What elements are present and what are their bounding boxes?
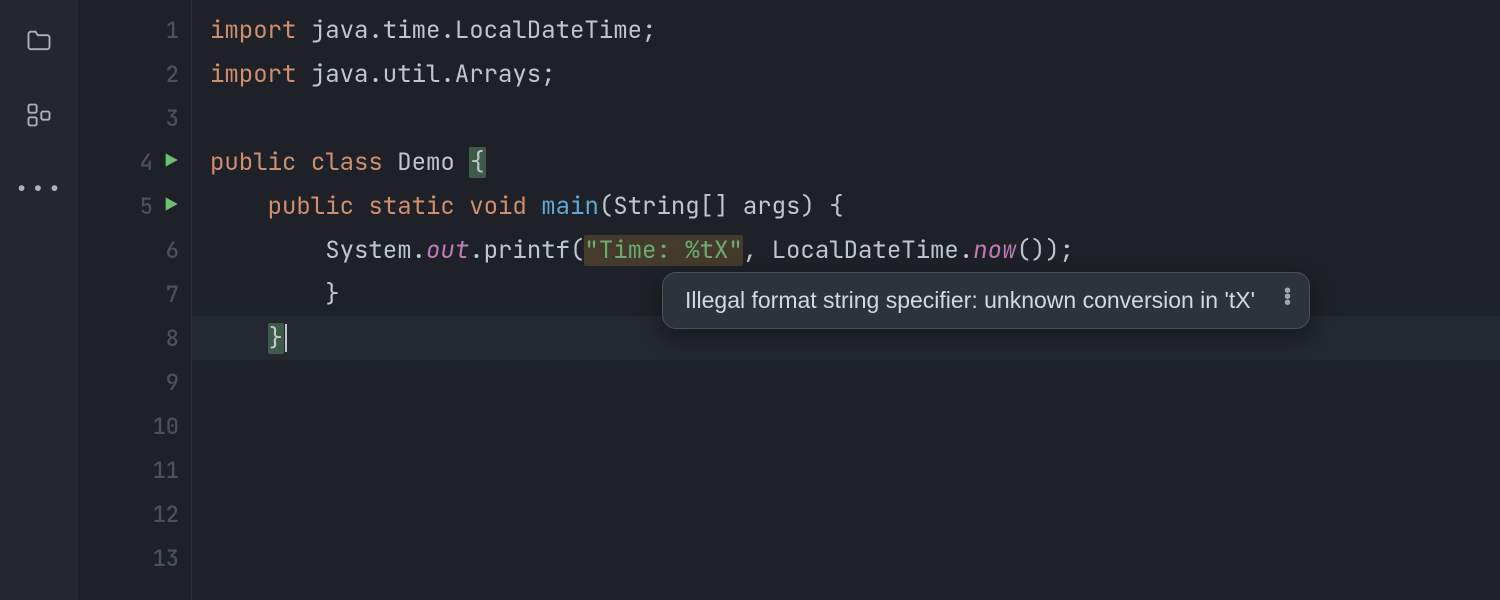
- line-number: 5: [123, 192, 153, 221]
- line-number: 12: [149, 500, 179, 529]
- warning-highlight: "Time: %tX": [584, 235, 742, 266]
- matched-brace: }: [268, 323, 284, 354]
- inspection-tooltip[interactable]: Illegal format string specifier: unknown…: [662, 272, 1310, 329]
- code-line: System.out.printf("Time: %tX", LocalDate…: [210, 228, 1500, 272]
- line-number: 3: [149, 104, 179, 133]
- line-number: 6: [149, 236, 179, 265]
- tooltip-more-button[interactable]: •••: [1284, 287, 1291, 305]
- line-number: 11: [149, 456, 179, 485]
- code-line: [210, 96, 1500, 140]
- code-line: [210, 448, 1500, 492]
- line-number: 1: [149, 16, 179, 45]
- structure-icon: [25, 101, 53, 129]
- line-number: 10: [149, 412, 179, 441]
- code-editor[interactable]: import java.time.LocalDateTime; import j…: [191, 0, 1500, 600]
- structure-tool-button[interactable]: [22, 98, 56, 132]
- matched-brace: {: [469, 147, 485, 178]
- more-tool-button[interactable]: •••: [22, 172, 56, 206]
- line-number: 4: [123, 148, 153, 177]
- code-line: [210, 536, 1500, 580]
- activity-bar: •••: [0, 0, 78, 600]
- code-line: import java.util.Arrays;: [210, 52, 1500, 96]
- editor-app: ••• 1 2 3 4 5 6 7 8 9 10 11 12 13 import…: [0, 0, 1500, 600]
- folder-icon: [25, 27, 53, 55]
- text-cursor: [285, 324, 287, 352]
- more-icon: •••: [14, 174, 63, 205]
- code-line: [210, 404, 1500, 448]
- code-line: public static void main(String[] args) {: [210, 184, 1500, 228]
- code-line: [210, 360, 1500, 404]
- run-gutter-icon[interactable]: [163, 152, 179, 173]
- line-number: 8: [149, 324, 179, 353]
- code-line: import java.time.LocalDateTime;: [210, 8, 1500, 52]
- line-number: 2: [149, 60, 179, 89]
- line-number: 13: [149, 544, 179, 573]
- line-number: 7: [149, 280, 179, 309]
- code-line: public class Demo {: [210, 140, 1500, 184]
- gutter: 1 2 3 4 5 6 7 8 9 10 11 12 13: [78, 0, 191, 600]
- tooltip-text: Illegal format string specifier: unknown…: [685, 287, 1255, 314]
- code-line: [210, 492, 1500, 536]
- project-tool-button[interactable]: [22, 24, 56, 58]
- line-number: 9: [149, 368, 179, 397]
- run-gutter-icon[interactable]: [163, 196, 179, 217]
